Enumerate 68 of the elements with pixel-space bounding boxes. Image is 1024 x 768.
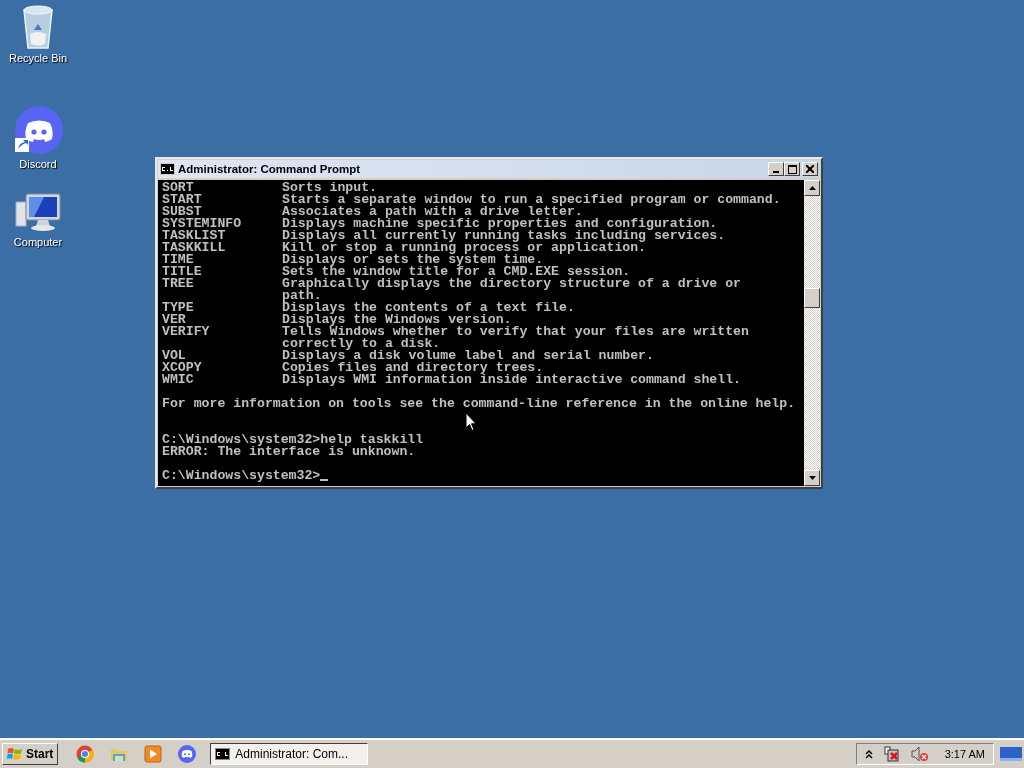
console-line: For more information on tools see the command-line reference in the online help.	[162, 398, 796, 410]
command-name: VOL	[162, 350, 186, 362]
command-name: TYPE	[162, 302, 195, 314]
scroll-thumb[interactable]	[804, 288, 820, 308]
command-name: TASKKILL	[162, 242, 227, 254]
desktop-icon-label[interactable]: Recycle Bin	[8, 52, 68, 64]
maximize-button[interactable]	[784, 162, 800, 176]
network-error-icon[interactable]	[882, 746, 901, 762]
command-description: Displays the Windows version.	[282, 314, 512, 326]
close-button[interactable]	[802, 162, 818, 176]
chrome-icon[interactable]	[76, 745, 95, 763]
command-description: Displays all currently running tasks including services.	[282, 230, 726, 242]
command-description: Associates a path with a drive letter.	[282, 206, 583, 218]
text-cursor	[320, 479, 329, 481]
command-prompt: C:\Windows\system32>	[162, 470, 321, 482]
clock[interactable]: 3:17 AM	[944, 748, 985, 760]
command-name: VER	[162, 314, 186, 326]
command-description: Sorts input.	[282, 182, 377, 194]
desktop-icon-label[interactable]: Computer	[13, 236, 63, 248]
show-desktop-icon[interactable]	[1000, 746, 1022, 762]
chevron-up-icon[interactable]	[864, 749, 873, 759]
command-description: Copies files and directory trees.	[282, 362, 544, 374]
window-title: Administrator: Command Prompt	[178, 163, 361, 175]
command-description: Graphically displays the directory structure of a drive or	[282, 278, 741, 290]
command-description: Displays the contents of a text file.	[282, 302, 575, 314]
command-description: path.	[282, 290, 322, 302]
command-name: START	[162, 194, 203, 206]
console-line: ERROR: The interface is unknown.	[162, 446, 416, 458]
command-name: TASKLIST	[162, 230, 227, 242]
command-description: Starts a separate window to run a specified program or command.	[282, 194, 781, 206]
command-description: Tells Windows whether to verify that your files are written	[282, 326, 749, 338]
command-description: correctly to a disk.	[282, 338, 441, 350]
command-description: Displays WMI information inside interactive command shell.	[282, 374, 741, 386]
console-line: C:\Windows\system32>help taskkill	[162, 434, 424, 446]
command-name: TIME	[162, 254, 194, 266]
windows-flag-icon	[7, 747, 23, 761]
command-name: TREE	[162, 278, 195, 290]
computer-icon[interactable]	[14, 192, 62, 234]
command-name: SUBST	[162, 206, 202, 218]
mouse-pointer-icon	[465, 412, 477, 432]
down-arrow-icon	[808, 476, 816, 480]
command-description: Displays machine specific properties and configuration.	[282, 218, 718, 230]
command-name: TITLE	[162, 266, 203, 278]
command-description: Displays a disk volume label and serial number.	[282, 350, 654, 362]
media-player-icon[interactable]	[144, 745, 163, 763]
taskbar-window-button[interactable]: Administrator: Com...	[210, 743, 369, 765]
up-arrow-icon	[808, 186, 816, 190]
console-icon	[215, 748, 231, 760]
command-description: Kill or stop a running process or application.	[282, 242, 647, 254]
command-name: WMIC	[162, 374, 195, 386]
command-name: XCOPY	[162, 362, 203, 374]
command-description: Displays or sets the system time.	[282, 254, 544, 266]
discord-shortcut-icon[interactable]	[13, 106, 63, 156]
console-icon	[160, 163, 175, 175]
vertical-scrollbar[interactable]	[804, 180, 820, 486]
maximize-icon	[787, 164, 797, 174]
command-name: SORT	[162, 182, 194, 194]
speaker-muted-icon[interactable]	[910, 746, 929, 762]
start-button[interactable]: Start	[2, 743, 59, 765]
scroll-down-button[interactable]	[804, 470, 820, 486]
command-name: SYSTEMINFO	[162, 218, 243, 230]
desktop-icon-label[interactable]: Discord	[19, 158, 57, 170]
close-icon	[806, 165, 814, 173]
discord-icon[interactable]	[178, 745, 197, 763]
command-description: Sets the window title for a CMD.EXE session.	[282, 266, 631, 278]
scroll-up-button[interactable]	[804, 180, 820, 196]
command-name: VERIFY	[162, 326, 211, 338]
minimize-button[interactable]	[768, 162, 784, 176]
